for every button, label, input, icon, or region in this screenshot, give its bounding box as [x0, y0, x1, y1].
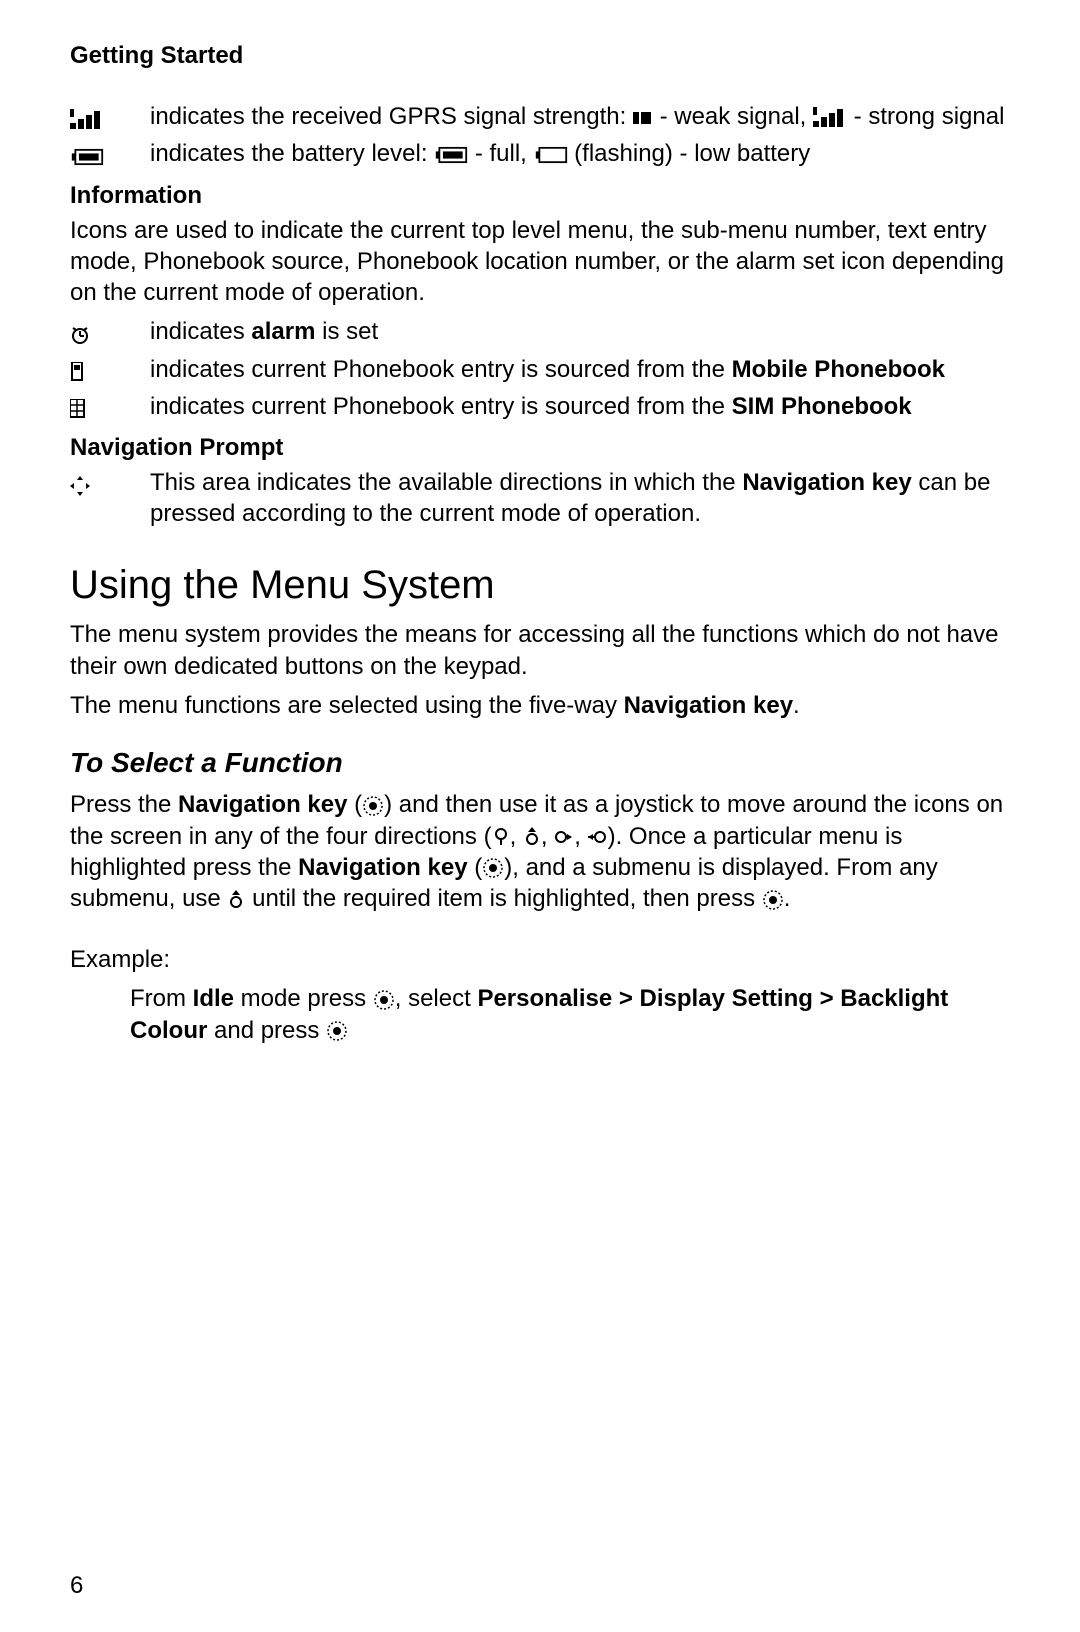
nav-up-icon — [523, 827, 541, 847]
nav-center-icon-3 — [762, 889, 784, 911]
example-body: From Idle mode press , select Personalis… — [130, 983, 1010, 1045]
battery-full-icon — [70, 148, 104, 166]
sb-c1: , — [510, 823, 523, 850]
nav-up-icon-2 — [227, 890, 245, 910]
nav-center-icon-4 — [373, 989, 395, 1011]
sim-pb-row: indicates current Phonebook entry is sou… — [70, 391, 1010, 424]
sb-navkey1: Navigation key — [178, 791, 347, 818]
mobile-pb-row: indicates current Phonebook entry is sou… — [70, 354, 1010, 387]
ex-t1: From — [130, 985, 193, 1012]
sb-t7: until the required item is highlighted, … — [245, 885, 761, 912]
nav-down-icon — [492, 827, 510, 847]
alarm-post: is set — [315, 318, 378, 345]
sb-c2: , — [541, 823, 554, 850]
sim-icon — [70, 399, 86, 419]
sb-t8: . — [784, 885, 791, 912]
sb-t5: ( — [468, 854, 483, 881]
alarm-pre: indicates — [150, 318, 251, 345]
battery-text-prefix: indicates the battery level: — [150, 140, 434, 167]
menu-p2-bold: Navigation key — [624, 692, 793, 719]
gprs-text-strong: - strong signal — [847, 103, 1004, 130]
menu-p2-post: . — [793, 692, 800, 719]
gprs-row: indicates the received GPRS signal stren… — [70, 101, 1010, 134]
menu-system-heading: Using the Menu System — [70, 559, 1010, 611]
gprs-text-prefix: indicates the received GPRS signal stren… — [150, 103, 633, 130]
menu-p1: The menu system provides the means for a… — [70, 619, 1010, 681]
menu-p2-pre: The menu functions are selected using th… — [70, 692, 624, 719]
ex-idle: Idle — [193, 985, 234, 1012]
information-heading: Information — [70, 180, 1010, 211]
signal-strong-icon — [70, 109, 104, 131]
nav-right-icon — [554, 828, 574, 846]
nav-center-icon-2 — [482, 857, 504, 879]
information-body: Icons are used to indicate the current t… — [70, 215, 1010, 309]
nav-center-icon-5 — [326, 1020, 348, 1042]
menu-p2: The menu functions are selected using th… — [70, 690, 1010, 721]
select-function-body: Press the Navigation key () and then use… — [70, 789, 1010, 914]
signal-strong-inline-icon — [813, 107, 847, 129]
nav-body-bold: Navigation key — [742, 469, 911, 496]
example-label: Example: — [70, 944, 1010, 975]
nav-center-icon — [362, 795, 384, 817]
battery-full-inline-icon — [434, 146, 468, 164]
sb-t2: ( — [347, 791, 362, 818]
select-function-heading: To Select a Function — [70, 745, 1010, 781]
gprs-text-weak: - weak signal, — [653, 103, 813, 130]
nav-prompt-heading: Navigation Prompt — [70, 432, 1010, 463]
ex-t3: , select — [395, 985, 478, 1012]
page-header: Getting Started — [70, 40, 1010, 71]
alarm-row: indicates alarm is set — [70, 316, 1010, 349]
sim-pb-bold: SIM Phonebook — [732, 393, 912, 420]
signal-weak-icon — [633, 110, 653, 126]
mobile-pb-pre: indicates current Phonebook entry is sou… — [150, 356, 732, 383]
nav-prompt-row: This area indicates the available direct… — [70, 467, 1010, 529]
ex-t2: mode press — [234, 985, 373, 1012]
nav-diamond-icon — [70, 476, 90, 496]
ex-t4: and press — [207, 1017, 326, 1044]
battery-text-full: - full, — [468, 140, 533, 167]
sb-c3: , — [574, 823, 587, 850]
battery-empty-icon — [534, 146, 568, 164]
alarm-icon — [70, 325, 90, 345]
nav-left-icon — [588, 828, 608, 846]
mobile-icon — [70, 362, 86, 382]
page-number: 6 — [70, 1570, 83, 1601]
mobile-pb-bold: Mobile Phonebook — [732, 356, 945, 383]
sb-t1: Press the — [70, 791, 178, 818]
nav-body-pre: This area indicates the available direct… — [150, 469, 742, 496]
sb-navkey2: Navigation key — [298, 854, 467, 881]
battery-row: indicates the battery level: - full, (fl… — [70, 138, 1010, 171]
sim-pb-pre: indicates current Phonebook entry is sou… — [150, 393, 732, 420]
battery-text-low: (flashing) - low battery — [568, 140, 811, 167]
alarm-bold: alarm — [251, 318, 315, 345]
